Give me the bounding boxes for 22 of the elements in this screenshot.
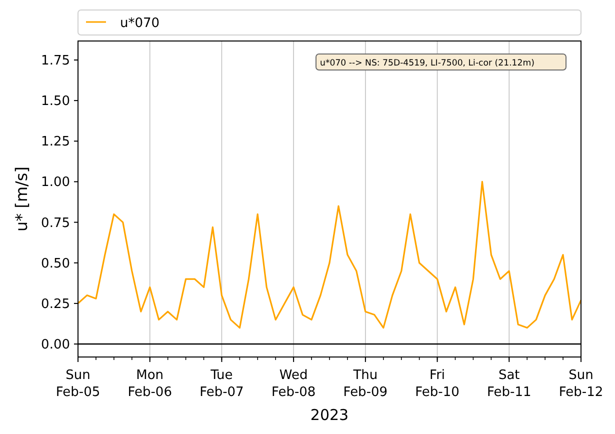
y-tick-label: 0.25 (41, 296, 70, 312)
x-tick-label: Sat Feb-11 (487, 368, 532, 400)
y-tick-label: 1.00 (41, 175, 70, 190)
y-tick-label: 0.00 (41, 338, 70, 353)
y-tick-label: 1.75 (41, 54, 70, 68)
legend-label: u*070 (120, 16, 160, 31)
y-tick-label: 0.75 (41, 216, 70, 231)
x-tick-label: Fri Feb-10 (415, 368, 460, 400)
annotation: u*070 --> NS: 75D-4519, LI-7500, Li-cor (21.12m) (316, 54, 566, 70)
x-tick-label: Sun Feb-12 (558, 368, 604, 400)
annotation: u*070 --> NS: 75D-4519, LI-7500, Li-cor (21.12m) (320, 58, 534, 68)
legend-line-icon (86, 21, 106, 23)
x-tick-label: Wed Feb-08 (271, 368, 316, 400)
x-tick-label: Thu Feb-09 (343, 368, 388, 400)
x-tick-label: Sun Feb-05 (56, 368, 100, 400)
y-tick-label: 0.50 (41, 256, 70, 272)
x-tick-label: Tue Feb-07 (200, 368, 244, 400)
x-tick-label: Mon Feb-06 (128, 368, 172, 400)
y-tick-label: 1.25 (41, 134, 70, 150)
y-axis-label: u* [m/s] (12, 166, 31, 232)
x-axis-label: 2023 (310, 406, 349, 424)
y-tick-label: 1.50 (41, 94, 70, 110)
